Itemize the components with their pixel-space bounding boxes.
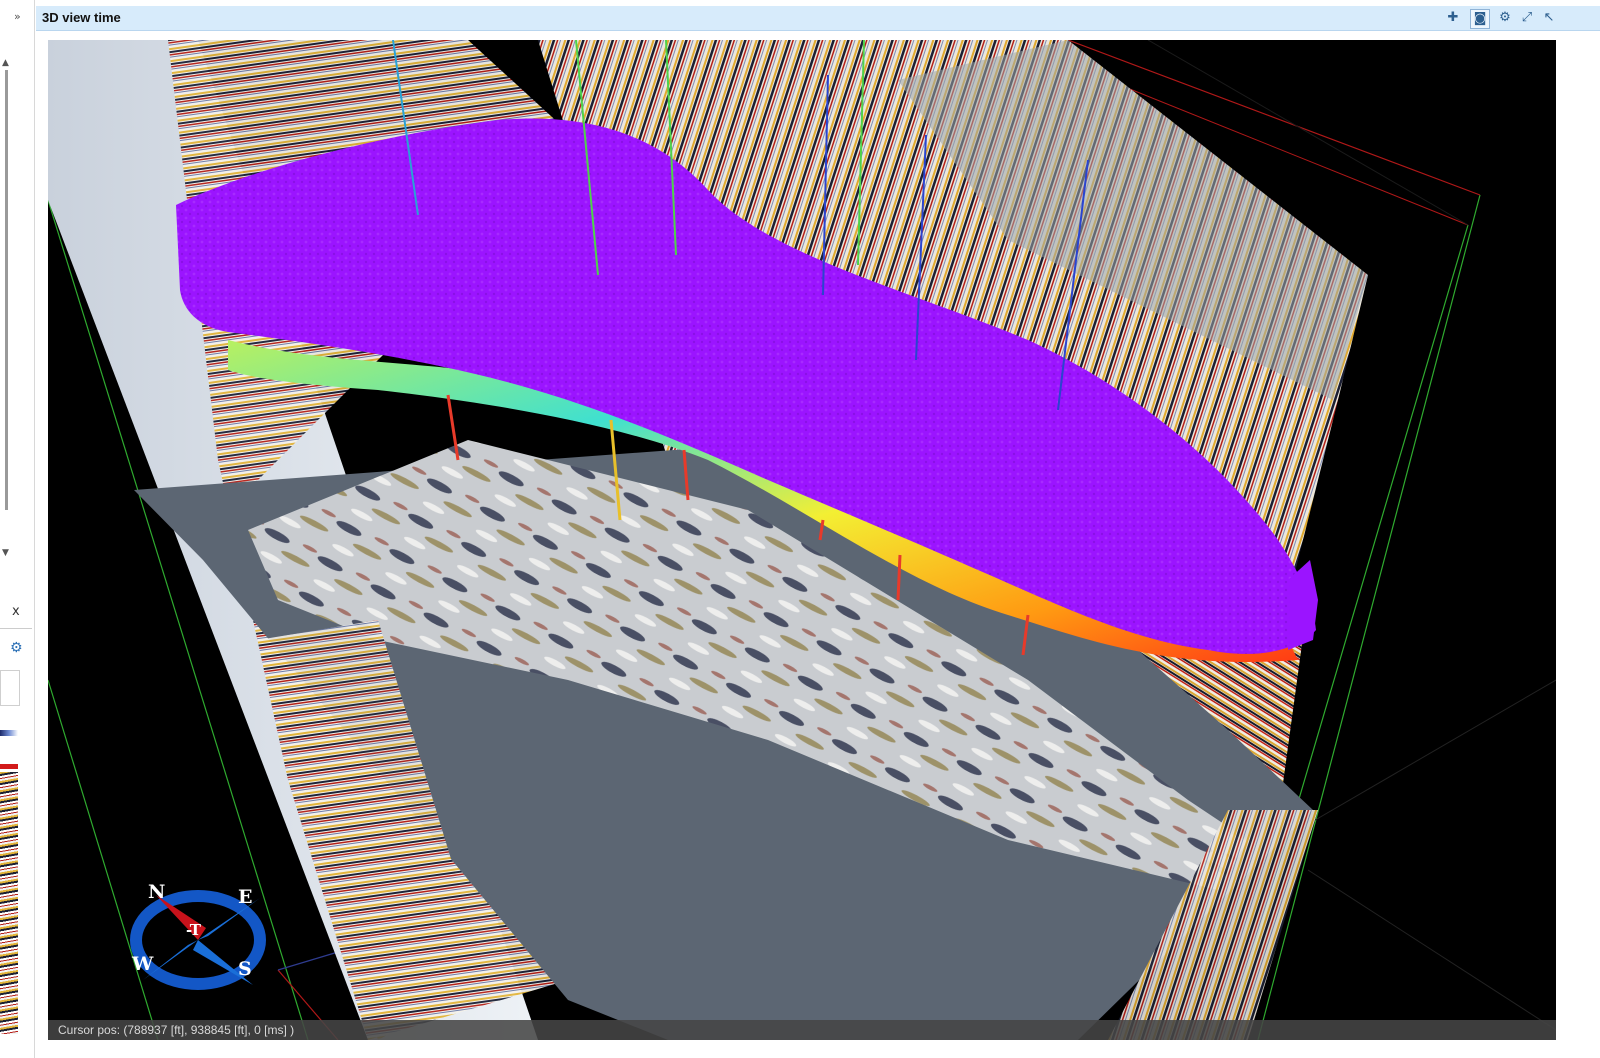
scroll-down-icon[interactable]: ▼ <box>2 548 9 558</box>
3d-scene: N E S W -T <box>48 40 1556 1040</box>
camera-icon[interactable]: ◙ <box>1470 9 1490 29</box>
panel-field[interactable] <box>0 670 20 706</box>
pointer-icon[interactable]: ↖ <box>1540 9 1558 27</box>
seismic-thumbnail <box>0 772 18 1034</box>
maximize-icon[interactable]: ⤢ <box>1518 9 1536 27</box>
compass-east: E <box>238 886 252 908</box>
status-bar: Cursor pos: (788937 [ft], 938845 [ft], 0… <box>48 1020 1556 1040</box>
compass-north: N <box>148 881 165 903</box>
view-title: 3D view time <box>42 10 121 25</box>
colorbar-swatch <box>0 730 18 736</box>
well-12-lower <box>896 554 902 601</box>
panel-divider <box>0 628 32 629</box>
pin-icon[interactable]: ✚ <box>1444 9 1462 27</box>
compass-rose: N E S W -T <box>130 881 266 990</box>
3d-viewport[interactable]: N E S W -T <box>48 40 1556 1040</box>
gear-icon[interactable]: ⚙ <box>10 640 23 656</box>
compass-west: W <box>131 953 154 975</box>
close-panel-button[interactable]: x <box>12 604 20 619</box>
left-panel-strip: » ▲ ▼ x ⚙ <box>0 0 35 1058</box>
expand-panel-button[interactable]: » <box>14 10 21 23</box>
view-titlebar: 3D view time ✚ ◙ ⚙ ⤢ ↖ <box>36 6 1600 31</box>
gear-icon[interactable]: ⚙ <box>1496 9 1514 27</box>
scroll-up-icon[interactable]: ▲ <box>2 58 9 68</box>
colorbar-swatch-red <box>0 764 18 769</box>
scrollbar-thumb[interactable] <box>5 70 8 510</box>
cursor-position: Cursor pos: (788937 [ft], 938845 [ft], 0… <box>58 1023 295 1037</box>
compass-center: -T <box>186 921 202 939</box>
compass-south: S <box>238 958 252 980</box>
